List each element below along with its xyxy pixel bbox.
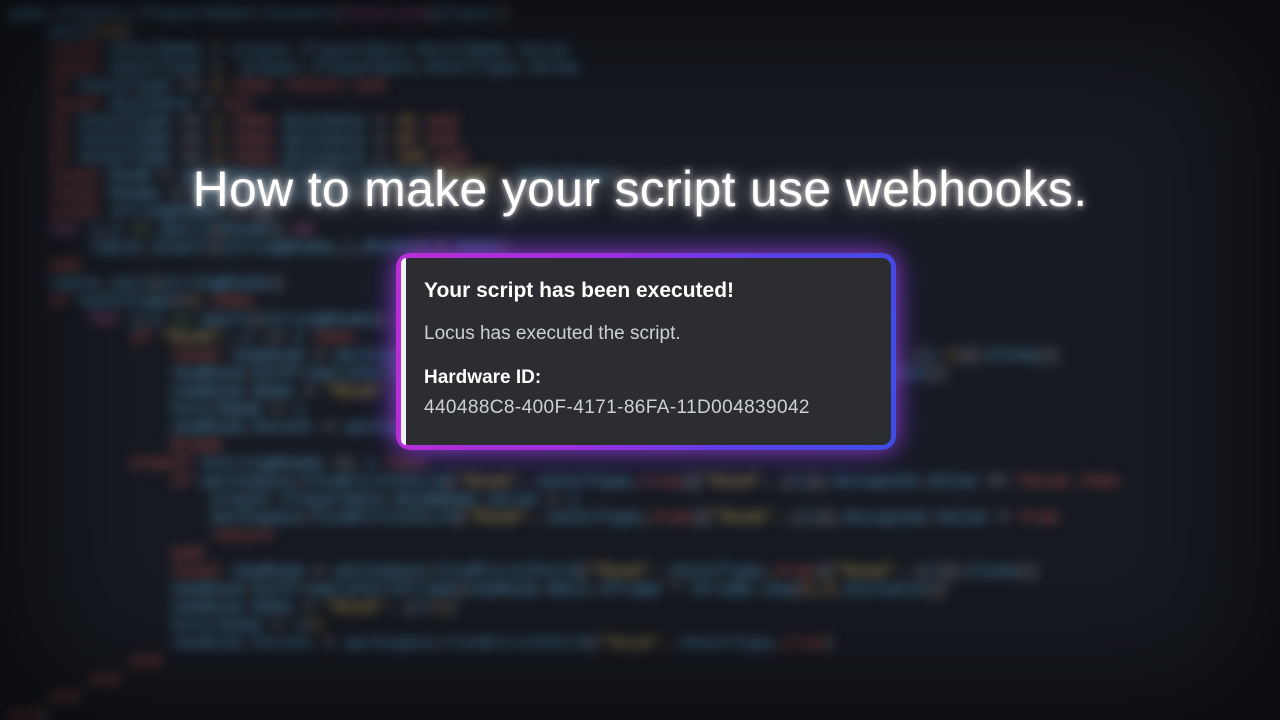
embed-field-name: Hardware ID: — [424, 364, 810, 392]
embed-description: Locus has executed the script. — [424, 320, 810, 348]
embed-field-value: 440488C8-400F-4171-86FA-11D004839042 — [424, 394, 810, 422]
webhook-embed-card: Your script has been executed! Locus has… — [396, 253, 896, 450]
page-title: How to make your script use webhooks. — [0, 160, 1280, 218]
embed-title: Your script has been executed! — [424, 276, 810, 306]
